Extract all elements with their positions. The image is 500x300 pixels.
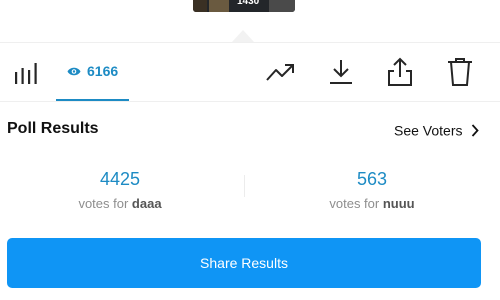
story-toolbar: 6166 [0, 42, 500, 102]
eye-icon [67, 67, 81, 76]
vote-caption: votes for nuuu [252, 196, 492, 211]
delete-button[interactable] [445, 57, 475, 87]
vote-caption-prefix: votes for [329, 196, 380, 211]
thumbnail-image-part [209, 0, 229, 12]
vote-caption-prefix: votes for [78, 196, 129, 211]
poll-option-result: 4425 votes for daaa [0, 168, 240, 211]
thumbnail-image-part [269, 0, 295, 12]
viewers-count: 6166 [87, 63, 119, 79]
vote-caption: votes for daaa [0, 196, 240, 211]
trending-up-icon [266, 64, 294, 81]
insights-tab[interactable] [14, 60, 40, 86]
see-voters-label: See Voters [394, 122, 463, 139]
poll-results-title: Poll Results [7, 120, 99, 137]
poll-option-result: 563 votes for nuuu [252, 168, 492, 211]
active-tab-indicator [56, 99, 129, 101]
viewers-tab[interactable]: 6166 [56, 43, 129, 101]
thumbnail-overlay-text: 1430 [237, 0, 260, 7]
share-button[interactable] [385, 57, 415, 87]
thumbnail-image-part [193, 0, 207, 12]
story-preview-area: 1430 [0, 0, 500, 42]
promote-button[interactable] [265, 57, 295, 87]
stat-divider [244, 175, 245, 197]
story-thumbnail[interactable]: 1430 [193, 0, 295, 12]
thumbnail-pointer [232, 30, 254, 42]
download-button[interactable] [326, 57, 356, 87]
download-icon [330, 60, 352, 84]
vote-count: 563 [356, 169, 388, 189]
vote-count: 4425 [99, 169, 141, 189]
poll-option-name: daaa [131, 196, 162, 211]
share-results-button[interactable]: Share Results [7, 238, 481, 288]
chevron-right-icon [472, 124, 480, 137]
poll-option-name: nuuu [382, 196, 415, 211]
see-voters-link[interactable]: See Voters [394, 121, 480, 139]
bar-chart-icon [15, 63, 37, 84]
share-icon [388, 57, 412, 86]
trash-icon [448, 58, 472, 86]
